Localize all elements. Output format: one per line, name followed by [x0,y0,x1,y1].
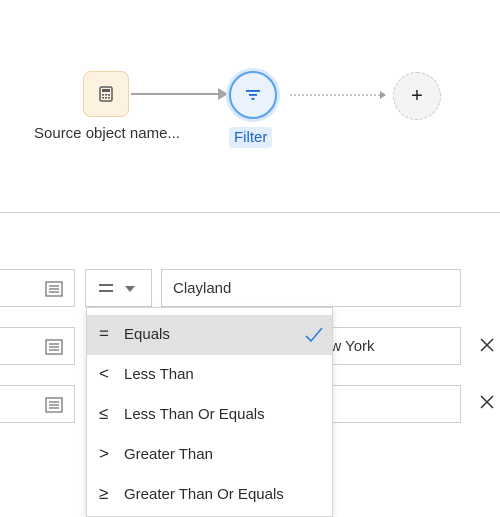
value-input[interactable]: Clayland [161,269,461,307]
source-node[interactable] [83,71,129,117]
operator-symbol: = [99,324,109,343]
pending-connector-arrow [380,91,386,99]
operator-label: Less Than Or Equals [124,406,265,423]
value-text: Clayland [173,280,232,297]
chevron-down-icon [125,286,135,292]
operator-option-greater-than-or-equals[interactable]: ≥ Greater Than Or Equals [87,475,332,515]
operator-option-less-than-or-equals[interactable]: ≤ Less Than Or Equals [87,395,332,435]
connector-arrow [218,88,228,100]
operator-symbol: > [99,444,109,463]
operator-symbol: ≤ [99,404,109,423]
field-list-icon [45,281,63,297]
operator-symbol: < [99,364,109,383]
field-select[interactable] [0,385,75,423]
operator-option-less-than[interactable]: < Less Than [87,355,332,395]
source-node-label: Source object name... [34,125,180,142]
plus-icon: + [411,85,423,107]
field-list-icon [45,397,63,413]
operator-select[interactable] [85,269,152,307]
filter-icon [246,90,260,100]
operator-option-greater-than[interactable]: > Greater Than [87,435,332,475]
operator-label: Greater Than Or Equals [124,486,284,503]
add-node-button[interactable]: + [393,72,441,120]
field-select[interactable] [0,327,75,365]
operator-label: Less Than [124,366,194,383]
close-icon[interactable] [479,337,495,353]
operator-option-equals[interactable]: = Equals [87,315,332,355]
equals-icon [99,284,113,292]
operator-dropdown-menu: = Equals < Less Than ≤ Less Than Or Equa… [86,307,333,517]
field-list-icon [45,339,63,355]
field-select[interactable] [0,269,75,307]
panel-divider [0,212,500,213]
operator-label: Greater Than [124,446,213,463]
close-icon[interactable] [479,394,495,410]
operator-label: Equals [124,326,170,343]
calculator-icon [99,86,113,102]
operator-symbol: ≥ [99,484,109,503]
filter-node-label: Filter [229,127,273,148]
filter-node[interactable] [229,71,277,119]
pipeline-canvas: Source object name... Filter + [0,0,500,213]
pending-connector [290,94,380,96]
connector-line [131,93,219,95]
checkmark-icon [305,327,323,343]
